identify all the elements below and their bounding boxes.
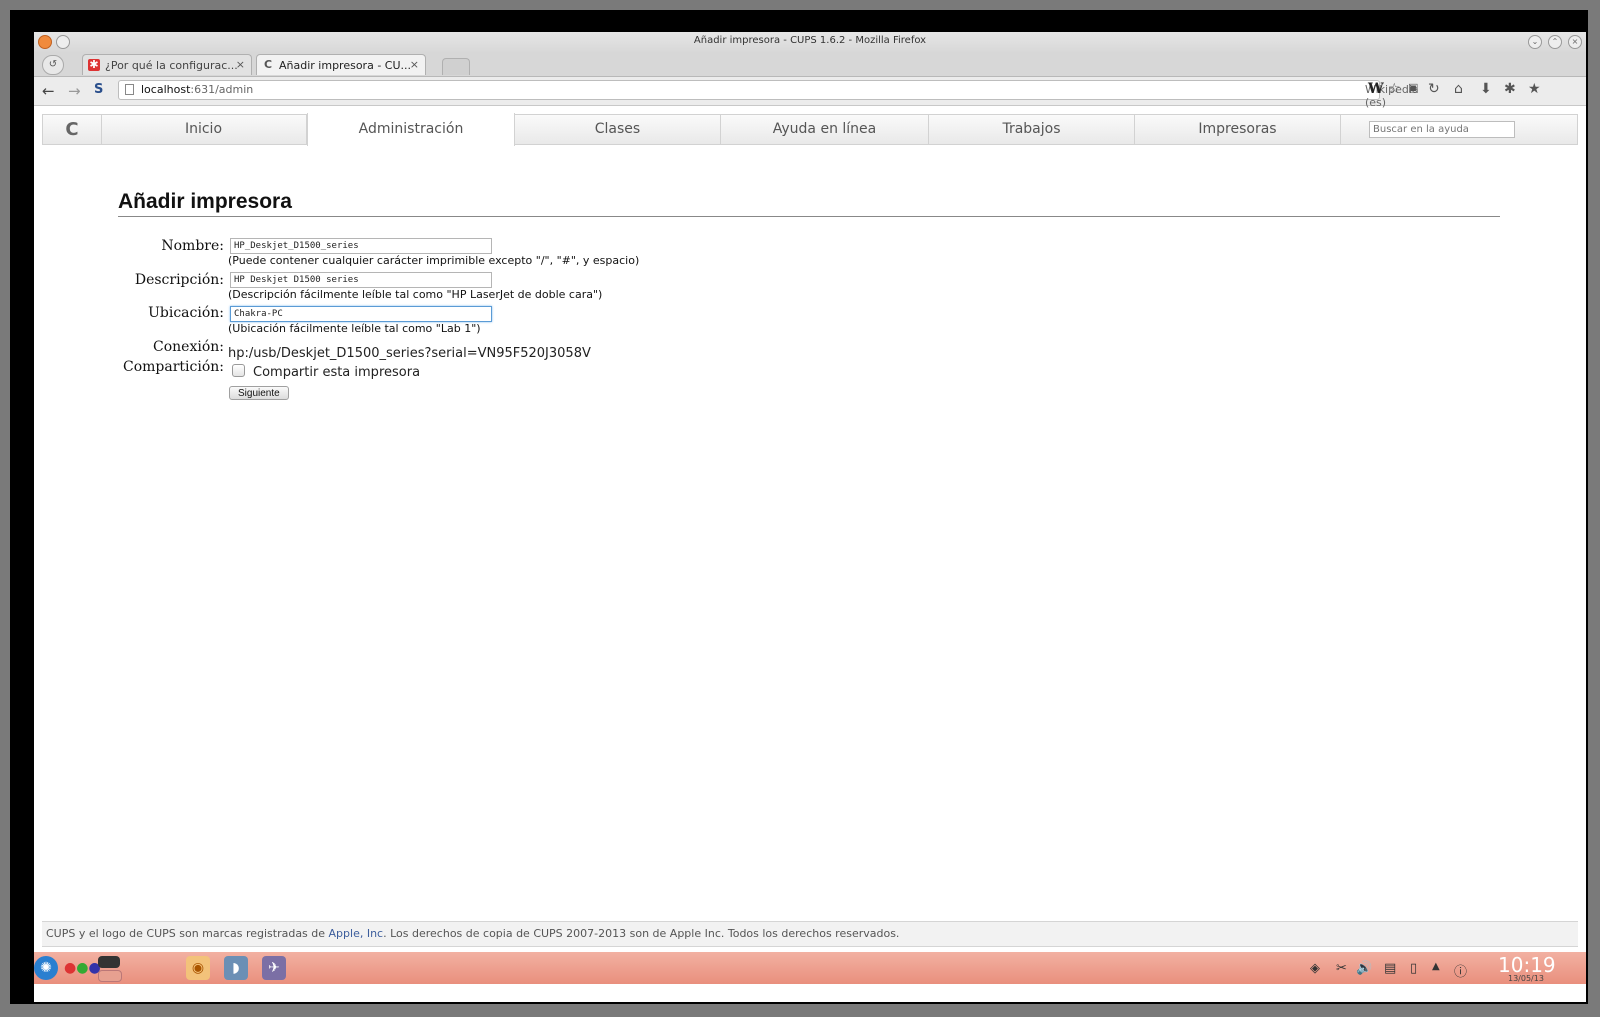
- network-icon[interactable]: ◈: [1310, 961, 1320, 976]
- tab-ayuda-en-linea[interactable]: Ayuda en línea: [721, 115, 929, 144]
- footer-text-end: . Los derechos de copia de CUPS 2007-201…: [383, 927, 900, 940]
- history-icon[interactable]: ↺: [42, 55, 64, 75]
- location-input[interactable]: [230, 306, 492, 322]
- next-button[interactable]: Siguiente: [229, 386, 289, 400]
- clipboard-scissors-icon[interactable]: ✂: [1336, 961, 1347, 976]
- page-icon: [125, 84, 134, 95]
- back-arrow-icon[interactable]: ←: [42, 82, 55, 100]
- minimize-icon[interactable]: ⌄: [1528, 35, 1542, 49]
- cups-favicon-icon: C: [263, 58, 273, 71]
- desktop-1-icon[interactable]: [98, 956, 120, 968]
- new-tab-button[interactable]: [442, 58, 470, 75]
- connection-value: hp:/usb/Deskjet_D1500_series?serial=VN95…: [228, 346, 591, 361]
- share-printer-checkbox[interactable]: [232, 364, 245, 377]
- share-printer-label[interactable]: Compartir esta impresora: [253, 365, 420, 380]
- title-bar: Añadir impresora - CUPS 1.6.2 - Mozilla …: [34, 32, 1586, 52]
- page-footer: CUPS y el logo de CUPS son marcas regist…: [42, 921, 1578, 947]
- cups-logo-icon[interactable]: C: [43, 115, 102, 144]
- tray-arrow-icon[interactable]: ▲: [1432, 961, 1440, 972]
- bookmark-star-icon[interactable]: ☆: [1388, 81, 1401, 97]
- description-input[interactable]: [230, 272, 492, 288]
- date: 13/05/13: [1508, 974, 1544, 983]
- firefox-task-icon[interactable]: ◉: [186, 956, 210, 980]
- tab-close-icon[interactable]: ×: [410, 58, 419, 71]
- dolphin-task-icon[interactable]: ◗: [224, 956, 248, 980]
- wikipedia-icon[interactable]: W: [1368, 81, 1384, 97]
- window-frame: Añadir impresora - CUPS 1.6.2 - Mozilla …: [10, 10, 1588, 1004]
- sharing-label: Compartición:: [122, 359, 224, 375]
- tab-clases[interactable]: Clases: [515, 115, 721, 144]
- url-path: :631/admin: [190, 83, 254, 96]
- tab-inicio[interactable]: Inicio: [101, 115, 307, 144]
- activities-icon[interactable]: ●●●: [64, 956, 101, 980]
- name-hint: (Puede contener cualquier carácter impri…: [228, 254, 640, 267]
- footer-text-start: CUPS y el logo de CUPS son marcas regist…: [46, 927, 329, 940]
- reader-icon[interactable]: ▣: [1408, 81, 1418, 94]
- description-label: Descripción:: [134, 272, 224, 288]
- cups-navigation: C Inicio Administración Clases Ayuda en …: [42, 113, 1578, 146]
- printer-icon[interactable]: ▤: [1384, 961, 1396, 976]
- app-task-icon[interactable]: ✈: [262, 956, 286, 980]
- screen-background: Añadir impresora - CUPS 1.6.2 - Mozilla …: [0, 0, 1600, 1017]
- tab-bar: ↺ ✱ ¿Por qué la configurac... × C Añadir…: [34, 52, 1586, 77]
- name-input[interactable]: [230, 238, 492, 254]
- reload-icon[interactable]: ↻: [1428, 81, 1440, 97]
- tab-impresoras[interactable]: Impresoras: [1135, 115, 1341, 144]
- chakra-menu-icon[interactable]: ✺: [34, 956, 58, 980]
- location-label: Ubicación:: [148, 305, 224, 321]
- close-window-icon[interactable]: ×: [1568, 35, 1582, 49]
- addon-icon[interactable]: ✱: [1504, 81, 1516, 97]
- info-icon[interactable]: ⓘ: [1454, 961, 1467, 980]
- tab-label: ¿Por qué la configurac...: [105, 59, 238, 72]
- page-title: Añadir impresora: [118, 190, 292, 213]
- volume-icon[interactable]: 🔊: [1356, 961, 1372, 976]
- home-icon[interactable]: ⌂: [1454, 81, 1463, 97]
- url-bar[interactable]: localhost:631/admin Wikipedia (es): [118, 80, 1419, 109]
- battery-icon[interactable]: ▯: [1410, 961, 1417, 976]
- tab-label: Añadir impresora - CU...: [279, 59, 412, 72]
- tab-administracion[interactable]: Administración: [307, 113, 515, 146]
- desktop-2-icon[interactable]: [98, 970, 122, 982]
- name-label: Nombre:: [161, 238, 224, 254]
- forward-arrow-icon[interactable]: →: [68, 82, 81, 100]
- tab-por-que[interactable]: ✱ ¿Por qué la configurac... ×: [82, 54, 252, 75]
- taskbar: ✺ ●●● ◉ ◗ ✈ ◈ ✂ 🔊 ▤ ▯ ▲ ⓘ 10:19 13/05/13: [34, 952, 1586, 984]
- firefox-window: Añadir impresora - CUPS 1.6.2 - Mozilla …: [34, 32, 1586, 1002]
- navigation-toolbar: ← → S localhost:631/admin Wikipedia (es)…: [34, 77, 1586, 109]
- download-icon[interactable]: ⬇: [1480, 81, 1492, 97]
- apple-link[interactable]: Apple, Inc: [329, 927, 384, 940]
- tab-anadir-impresora[interactable]: C Añadir impresora - CU... ×: [256, 54, 426, 75]
- maximize-icon[interactable]: ⌃: [1548, 35, 1562, 49]
- sync-icon[interactable]: S: [94, 82, 103, 97]
- bookmarks-icon[interactable]: ★: [1528, 81, 1541, 97]
- help-search-input[interactable]: [1369, 121, 1515, 138]
- tab-trabajos[interactable]: Trabajos: [929, 115, 1135, 144]
- connection-label: Conexión:: [153, 339, 224, 355]
- title-divider: [118, 216, 1500, 217]
- tab-close-icon[interactable]: ×: [236, 58, 245, 71]
- location-hint: (Ubicación fácilmente leíble tal como "L…: [228, 322, 481, 335]
- description-hint: (Descripción fácilmente leíble tal como …: [228, 288, 603, 301]
- url-host: localhost: [141, 83, 191, 96]
- window-title: Añadir impresora - CUPS 1.6.2 - Mozilla …: [693, 35, 927, 46]
- tab-favicon-icon: ✱: [88, 58, 100, 71]
